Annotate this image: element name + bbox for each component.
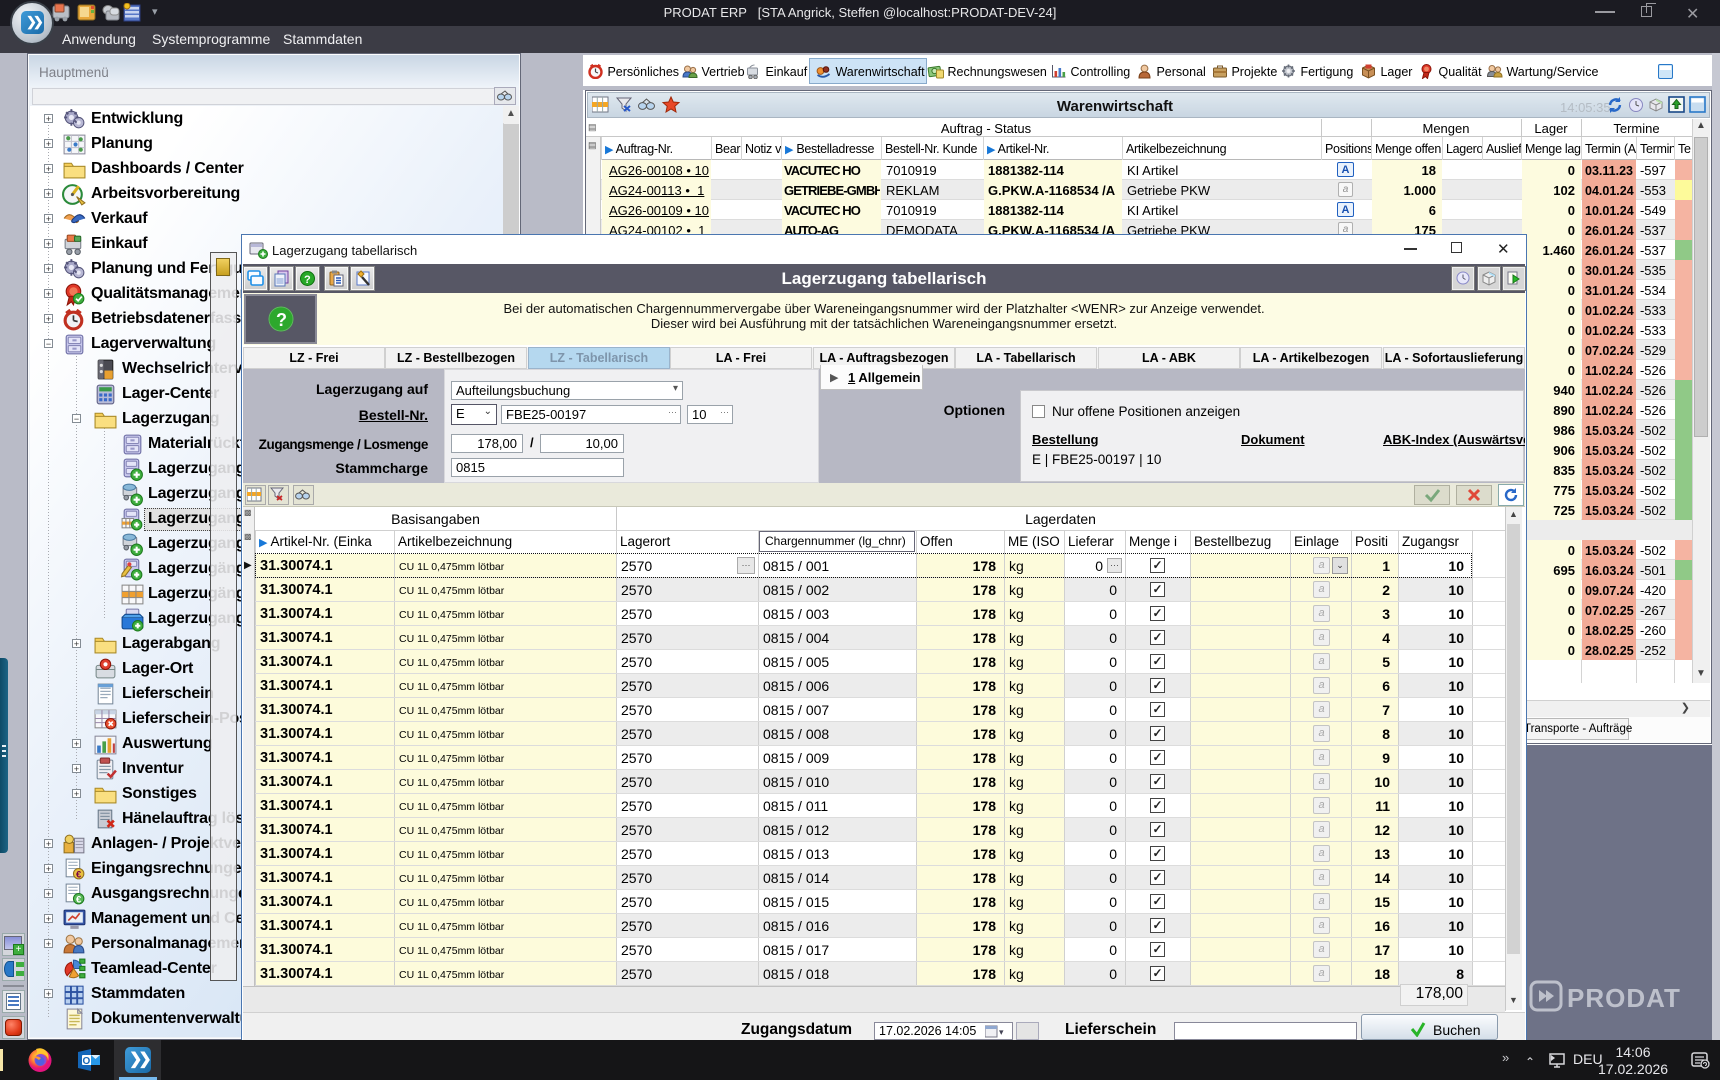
svg-text:PRODAT: PRODAT (1567, 983, 1681, 1013)
svg-text:€: € (76, 894, 82, 904)
svg-text:O: O (83, 1056, 91, 1067)
svg-text:▾: ▾ (999, 1027, 1004, 1037)
svg-text:€: € (76, 869, 82, 879)
svg-text:?: ? (276, 310, 287, 330)
